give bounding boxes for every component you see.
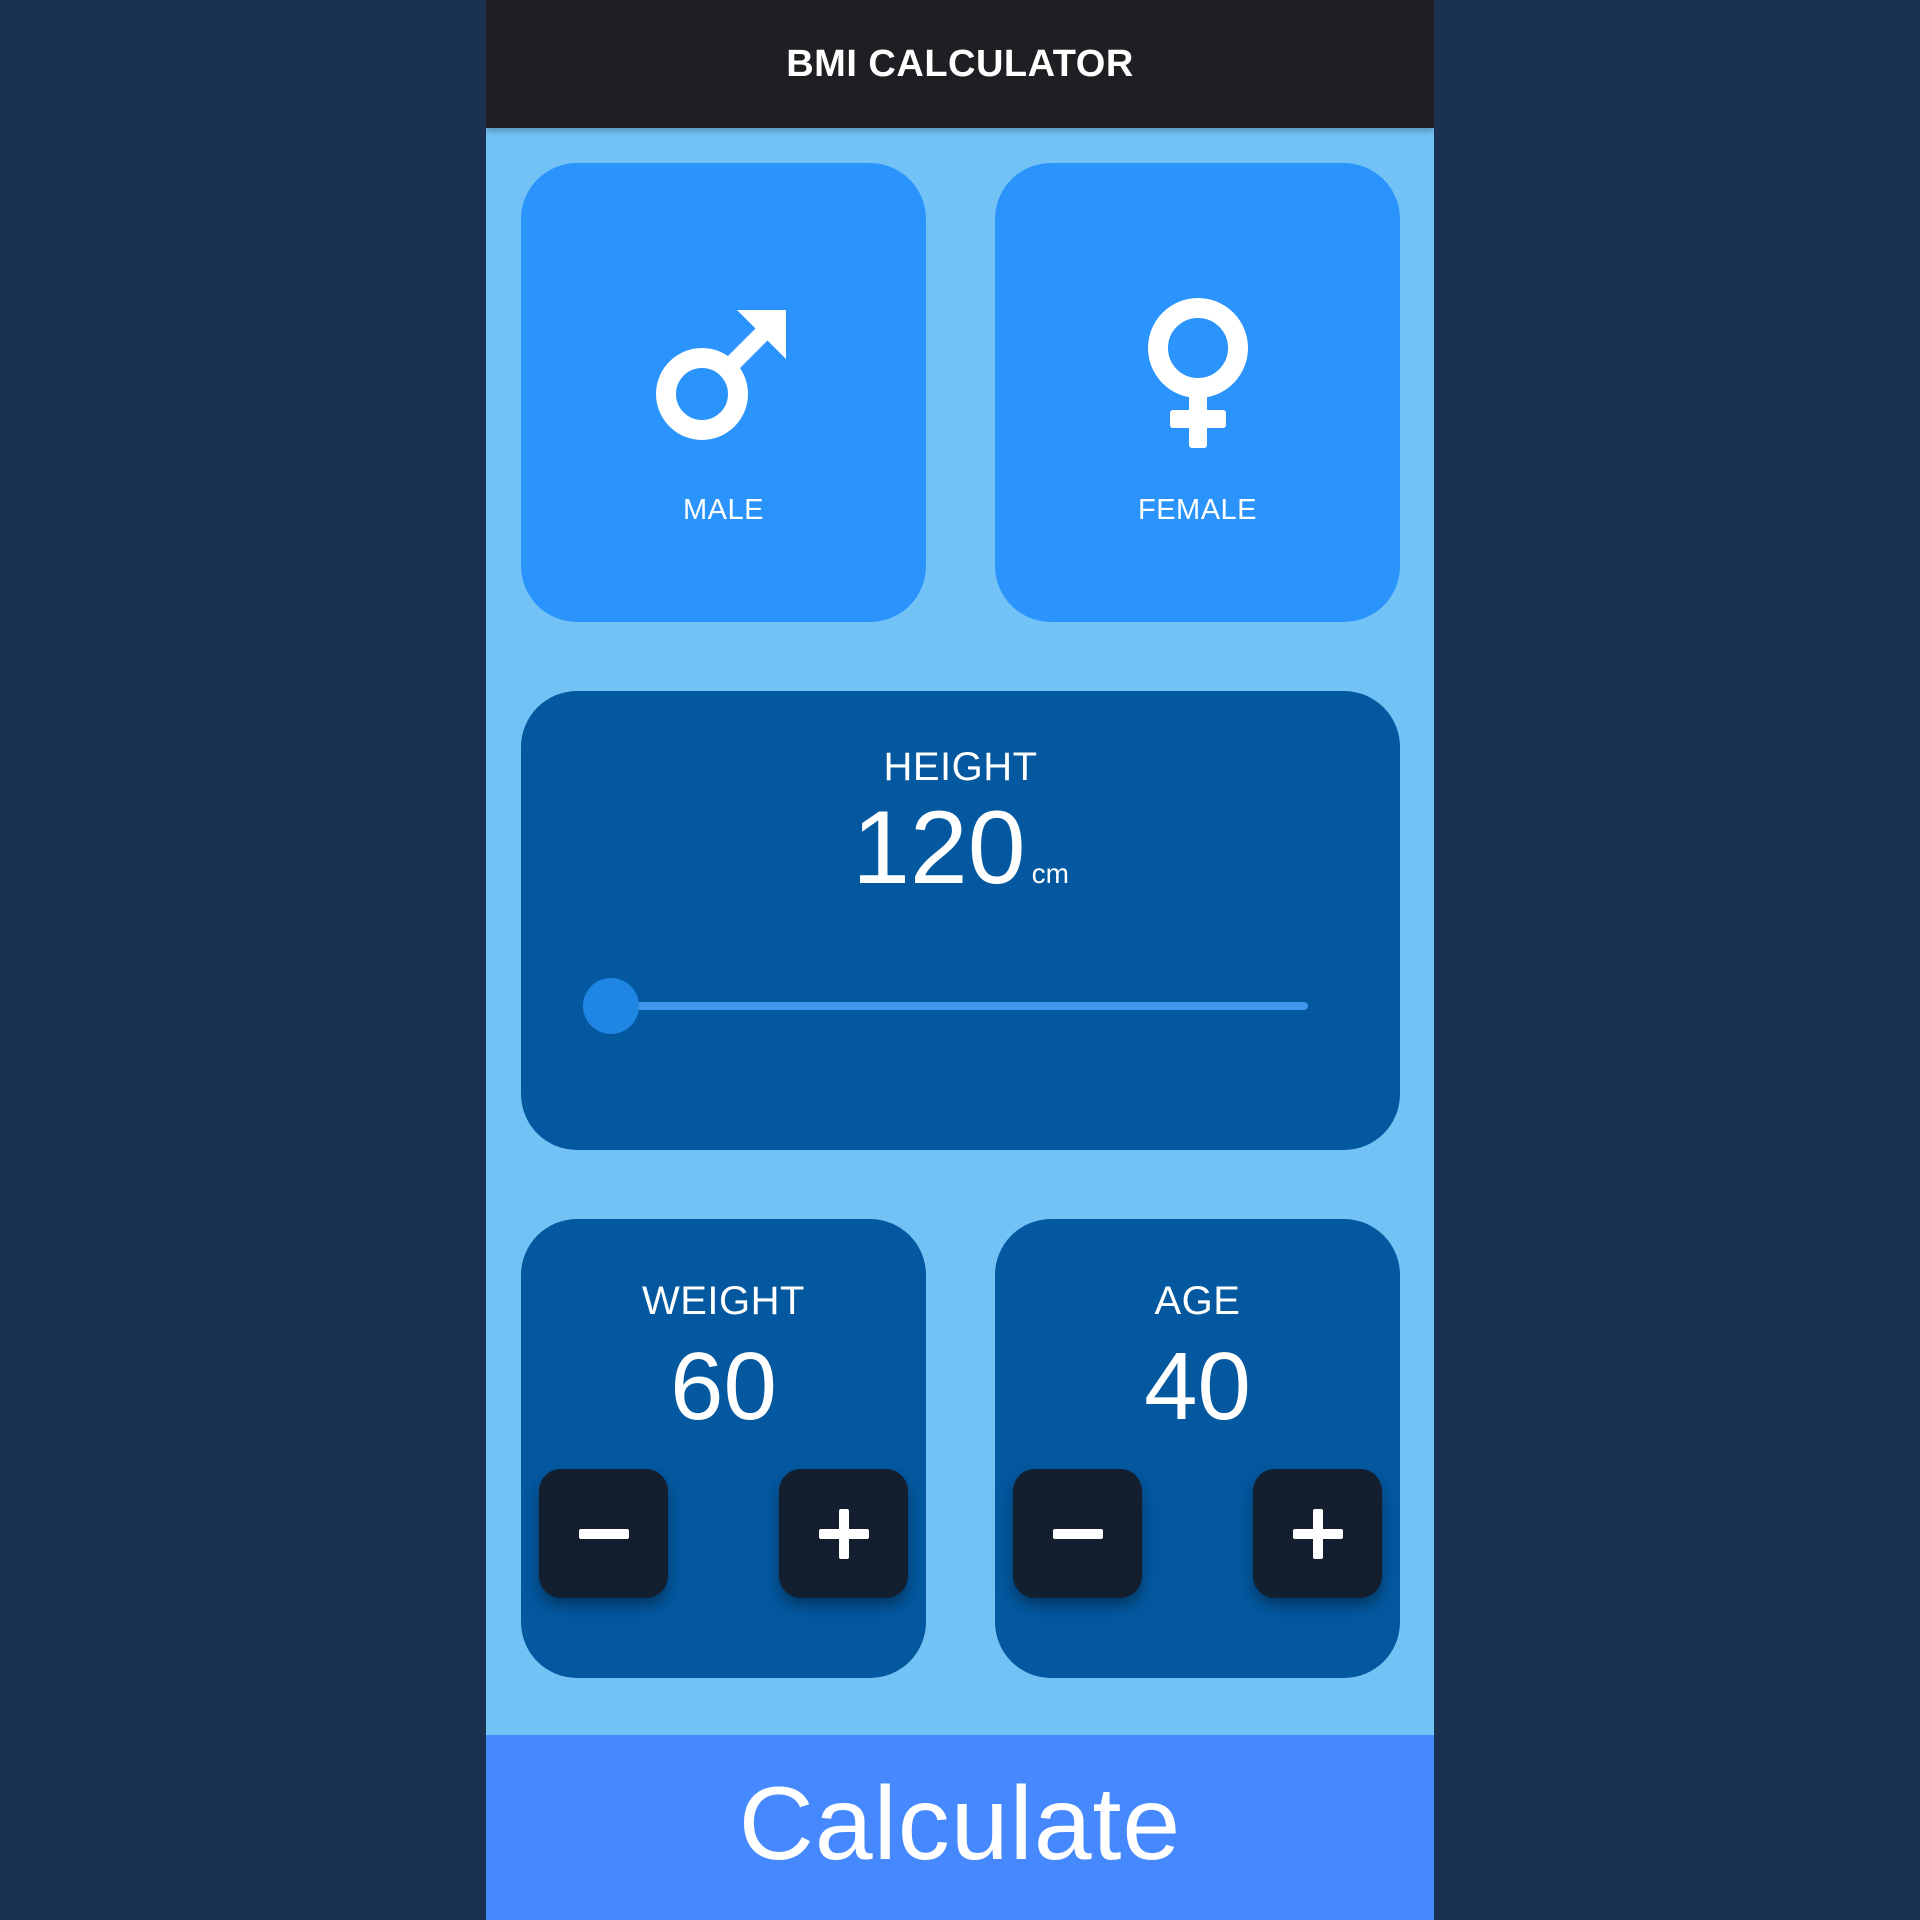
weight-value: 60: [670, 1333, 777, 1440]
height-slider-track[interactable]: [611, 1002, 1308, 1010]
plus-icon: [818, 1508, 869, 1559]
female-label: FEMALE: [1137, 494, 1258, 526]
age-decrement-button[interactable]: [1013, 1469, 1142, 1598]
male-card[interactable]: MALE: [521, 163, 926, 622]
plus-icon: [1292, 1508, 1343, 1559]
male-symbol-icon: [655, 310, 786, 440]
age-card: AGE 40: [995, 1219, 1400, 1678]
female-symbol-icon: [1147, 298, 1248, 448]
age-label: AGE: [1154, 1279, 1241, 1323]
app-screen: BMI CALCULATOR MALE FEMALE HEIGHT 120 cm…: [486, 0, 1434, 1920]
weight-label: WEIGHT: [642, 1279, 805, 1323]
calculate-label: Calculate: [738, 1766, 1182, 1882]
weight-card: WEIGHT 60: [521, 1219, 926, 1678]
height-unit: cm: [1031, 858, 1069, 889]
age-value: 40: [1144, 1333, 1251, 1440]
minus-icon: [1052, 1528, 1103, 1539]
height-card: HEIGHT 120 cm: [521, 691, 1400, 1150]
app-bar: BMI CALCULATOR: [486, 0, 1434, 128]
age-increment-button[interactable]: [1253, 1469, 1382, 1598]
male-label: MALE: [683, 494, 764, 526]
height-label: HEIGHT: [883, 745, 1038, 789]
height-slider-thumb[interactable]: [583, 978, 639, 1034]
minus-icon: [578, 1528, 629, 1539]
height-readout: 120 cm: [521, 790, 1400, 906]
weight-decrement-button[interactable]: [539, 1469, 668, 1598]
app-title: BMI CALCULATOR: [786, 42, 1134, 85]
height-value: 120: [852, 790, 1026, 906]
weight-increment-button[interactable]: [779, 1469, 908, 1598]
calculate-button[interactable]: Calculate: [486, 1735, 1434, 1920]
female-card[interactable]: FEMALE: [995, 163, 1400, 622]
